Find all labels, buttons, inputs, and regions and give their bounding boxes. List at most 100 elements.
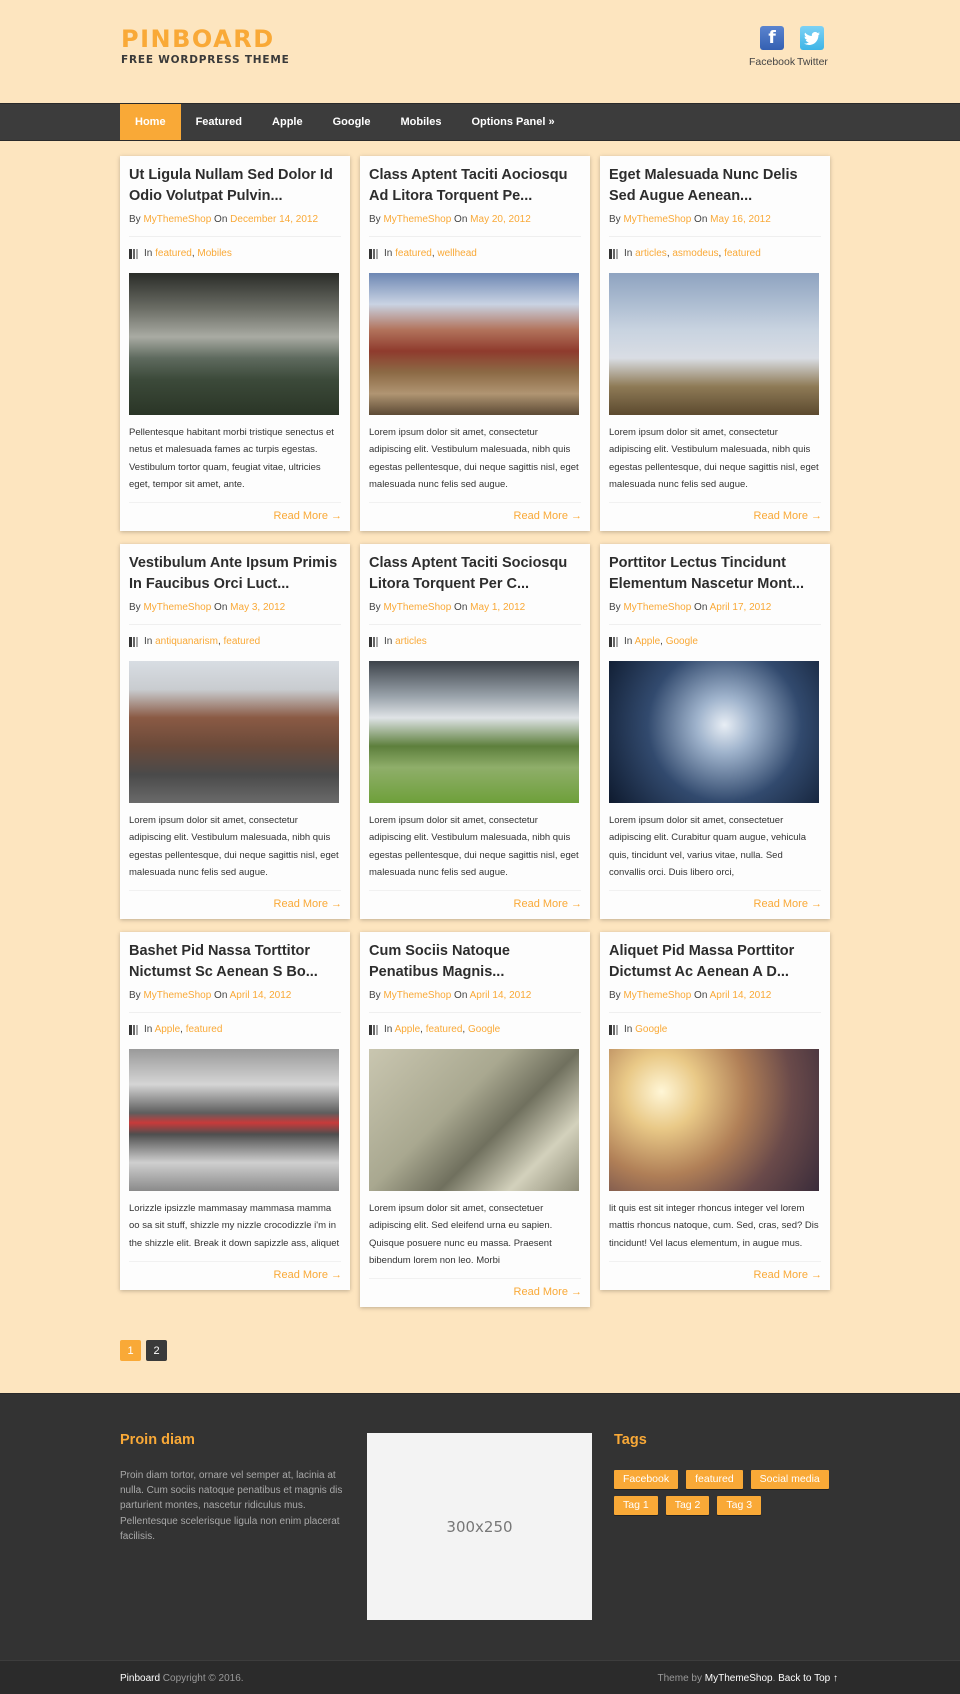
pagination: 1 2 (120, 1340, 167, 1361)
tag-tag-1[interactable]: Tag 1 (614, 1496, 658, 1515)
facebook-link[interactable]: f Facebook (749, 26, 795, 68)
category-link[interactable]: featured (155, 248, 192, 259)
on-label: On (211, 990, 230, 1001)
tag-social-media[interactable]: Social media (750, 1470, 829, 1489)
back-to-top-link[interactable]: Back to Top ↑ (778, 1673, 838, 1684)
post-thumbnail-couple-kiss-sunset[interactable] (609, 1049, 819, 1191)
post-title[interactable]: Cum Sociis Natoque Penatibus Magnis... (369, 941, 581, 983)
nav-item-google[interactable]: Google (318, 104, 386, 140)
post-date[interactable]: April 14, 2012 (470, 990, 532, 1001)
post-thumbnail-fountain-red-bus[interactable] (129, 1049, 339, 1191)
category-link[interactable]: featured (395, 248, 432, 259)
post-thumbnail-waterfall-storm[interactable] (129, 273, 339, 415)
category-link[interactable]: Apple (635, 636, 661, 647)
category-list: In Apple, featured, Google (384, 1024, 500, 1035)
post-title[interactable]: Class Aptent Taciti Sociosqu Litora Torq… (369, 553, 581, 595)
post-thumbnail-angel-space[interactable] (609, 661, 819, 803)
category-link[interactable]: antiquanarism (155, 636, 218, 647)
in-label: In (384, 1024, 395, 1035)
page-2[interactable]: 2 (146, 1340, 167, 1361)
by-label: By (369, 214, 384, 225)
category-link[interactable]: Mobiles (197, 248, 231, 259)
category-link[interactable]: Google (635, 1024, 667, 1035)
by-label: By (609, 990, 624, 1001)
nav-item-mobiles[interactable]: Mobiles (385, 104, 456, 140)
post-title[interactable]: Ut Ligula Nullam Sed Dolor Id Odio Volut… (129, 165, 341, 207)
read-more-link[interactable]: Read More → (609, 503, 822, 531)
post-thumbnail-skateboard-kid[interactable] (369, 1049, 579, 1191)
about-widget-text: Proin diam tortor, ornare vel semper at,… (120, 1470, 343, 1542)
read-more-link[interactable]: Read More → (129, 503, 342, 531)
author-link[interactable]: MyThemeShop (383, 990, 451, 1001)
read-more-link[interactable]: Read More → (369, 1279, 582, 1307)
nav-item-apple[interactable]: Apple (257, 104, 318, 140)
tag-tag-2[interactable]: Tag 2 (665, 1496, 710, 1515)
read-more-link[interactable]: Read More → (609, 1262, 822, 1290)
author-link[interactable]: MyThemeShop (383, 602, 451, 613)
post-thumbnail-town-canal[interactable] (369, 273, 579, 415)
post-card: Class Aptent Taciti Aociosqu Ad Litora T… (360, 156, 590, 532)
post-date[interactable]: May 16, 2012 (710, 214, 771, 225)
category-link[interactable]: featured (224, 636, 261, 647)
read-more-link[interactable]: Read More → (369, 503, 582, 531)
post-title[interactable]: Vestibulum Ante Ipsum Primis In Faucibus… (129, 553, 341, 595)
main-nav: Home Featured Apple Google Mobiles Optio… (0, 103, 960, 141)
site-logo[interactable]: PINBOARD FREE WORDPRESS THEME (121, 26, 290, 66)
post-date[interactable]: May 3, 2012 (230, 602, 285, 613)
tag-tag-3[interactable]: Tag 3 (717, 1496, 762, 1515)
post-excerpt: Lorem ipsum dolor sit amet, consectetur … (609, 424, 821, 504)
post-title[interactable]: Eget Malesuada Nunc Delis Sed Augue Aene… (609, 165, 821, 207)
category-link[interactable]: Google (666, 636, 698, 647)
author-link[interactable]: MyThemeShop (143, 602, 211, 613)
post-title[interactable]: Class Aptent Taciti Aociosqu Ad Litora T… (369, 165, 581, 207)
nav-item-home[interactable]: Home (120, 104, 181, 140)
post-title[interactable]: Porttitor Lectus Tincidunt Elementum Nas… (609, 553, 821, 595)
brand-link[interactable]: Pinboard (120, 1673, 160, 1684)
read-more-link[interactable]: Read More → (369, 891, 582, 919)
category-link[interactable]: Apple (395, 1024, 421, 1035)
copyright-bar: Pinboard Copyright © 2016. Theme by MyTh… (0, 1660, 960, 1694)
category-link[interactable]: articles (395, 636, 427, 647)
post-date[interactable]: April 14, 2012 (230, 990, 292, 1001)
post-title[interactable]: Bashet Pid Nassa Torttitor Nictumst Sc A… (129, 941, 341, 983)
category-link[interactable]: Google (468, 1024, 500, 1035)
post-title[interactable]: Aliquet Pid Massa Porttitor Dictumst Ac … (609, 941, 821, 983)
post-date[interactable]: April 17, 2012 (710, 602, 772, 613)
ad-placeholder[interactable]: 300x250 (367, 1433, 592, 1620)
post-categories: In Apple, featured, Google (369, 1024, 581, 1035)
category-link[interactable]: articles (635, 248, 667, 259)
tag-facebook[interactable]: Facebook (614, 1470, 679, 1489)
category-link[interactable]: Apple (155, 1024, 181, 1035)
read-more-link[interactable]: Read More → (609, 891, 822, 919)
page-1[interactable]: 1 (120, 1340, 141, 1361)
category-link[interactable]: featured (426, 1024, 463, 1035)
credits: Theme by MyThemeShop. Back to Top ↑ (658, 1673, 838, 1684)
post-date[interactable]: December 14, 2012 (230, 214, 318, 225)
tag-featured[interactable]: featured (686, 1470, 743, 1489)
author-link[interactable]: MyThemeShop (383, 214, 451, 225)
author-link[interactable]: MyThemeShop (623, 990, 691, 1001)
twitter-link[interactable]: Twitter (797, 26, 828, 68)
category-list: In Google (624, 1024, 667, 1035)
category-link[interactable]: featured (724, 248, 761, 259)
about-widget-title: Proin diam (120, 1432, 195, 1448)
post-thumbnail-horse-carriage-street[interactable] (129, 661, 339, 803)
author-link[interactable]: MyThemeShop (623, 214, 691, 225)
post-thumbnail-river-valley[interactable] (369, 661, 579, 803)
category-link[interactable]: asmodeus (672, 248, 718, 259)
read-more-link[interactable]: Read More → (129, 891, 342, 919)
nav-item-options-panel[interactable]: Options Panel » (456, 104, 569, 140)
post-date[interactable]: May 1, 2012 (470, 602, 525, 613)
author-link[interactable]: MyThemeShop (143, 990, 211, 1001)
post-thumbnail-deer-hill[interactable] (609, 273, 819, 415)
theme-author-link[interactable]: MyThemeShop (705, 1673, 773, 1684)
author-link[interactable]: MyThemeShop (143, 214, 211, 225)
post-date[interactable]: May 20, 2012 (470, 214, 531, 225)
category-link[interactable]: wellhead (437, 248, 476, 259)
author-link[interactable]: MyThemeShop (623, 602, 691, 613)
nav-item-featured[interactable]: Featured (181, 104, 257, 140)
read-more-link[interactable]: Read More → (129, 1262, 342, 1290)
category-link[interactable]: featured (186, 1024, 223, 1035)
post-date[interactable]: April 14, 2012 (710, 990, 772, 1001)
post-excerpt: Lorem ipsum dolor sit amet, consectetuer… (369, 1200, 581, 1280)
